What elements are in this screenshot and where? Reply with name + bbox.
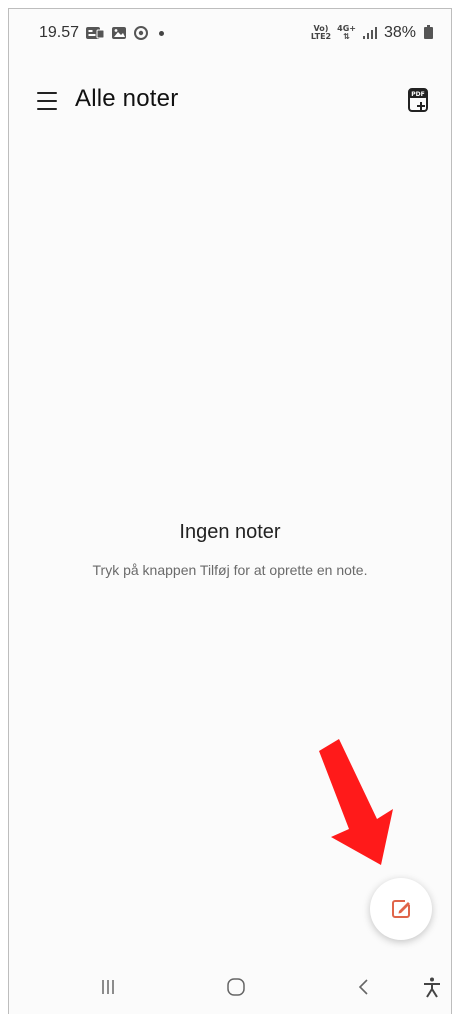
home-button[interactable]	[221, 972, 251, 1002]
sync-icon	[133, 25, 149, 41]
status-time: 19.57	[39, 24, 80, 41]
menu-button[interactable]	[35, 89, 59, 113]
status-bar: 19.57 Vo) LTE2 4G+ ⇅ 38%	[9, 9, 451, 57]
notification-app-icon	[85, 26, 105, 40]
add-note-button[interactable]	[370, 878, 432, 940]
network-type-icon: 4G+ ⇅	[337, 24, 356, 41]
pdf-add-icon: PDF	[408, 88, 428, 112]
battery-icon	[424, 25, 433, 39]
empty-state: Ingen noter Tryk på knappen Tilføj for a…	[9, 521, 451, 578]
more-notifications-dot	[159, 30, 165, 36]
volte-icon: Vo) LTE2	[310, 24, 332, 41]
compose-note-icon	[392, 900, 410, 918]
accessibility-icon	[424, 977, 440, 998]
recents-icon	[102, 980, 114, 994]
battery-percent: 38%	[383, 24, 416, 41]
gallery-icon	[111, 26, 127, 40]
import-pdf-button[interactable]: PDF	[403, 85, 433, 115]
pdf-badge-text: PDF	[411, 91, 424, 98]
signal-icon	[362, 27, 378, 39]
status-right: Vo) LTE2 4G+ ⇅ 38%	[311, 24, 433, 42]
recents-button[interactable]	[93, 972, 123, 1002]
home-icon	[227, 978, 245, 996]
page-title: Alle noter	[75, 85, 179, 112]
back-button[interactable]	[349, 972, 379, 1002]
red-arrow-annotation	[319, 739, 393, 865]
phone-screen: 19.57 Vo) LTE2 4G+ ⇅ 38% Alle noter PDF …	[8, 8, 452, 1014]
empty-state-hint: Tryk på knappen Tilføj for at oprette en…	[92, 562, 368, 578]
accessibility-button[interactable]	[417, 972, 447, 1002]
app-bar: Alle noter PDF	[9, 79, 451, 123]
back-icon	[358, 979, 368, 995]
empty-state-title: Ingen noter	[179, 521, 281, 543]
navigation-bar	[9, 958, 451, 1014]
hamburger-menu-icon	[37, 92, 57, 94]
status-left: 19.57	[39, 24, 165, 42]
